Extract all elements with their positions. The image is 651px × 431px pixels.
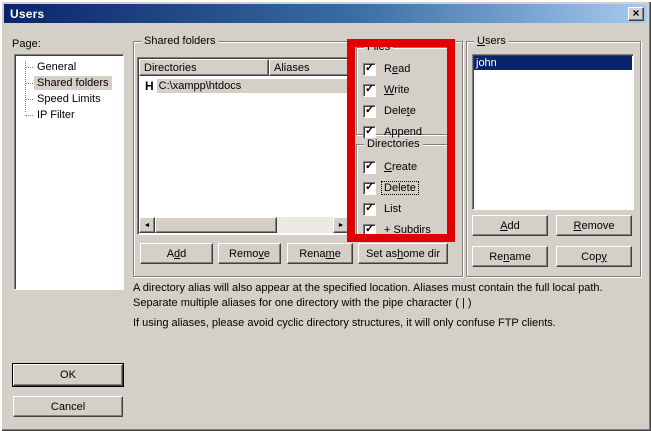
dirs-delete-checkbox-label[interactable]: Delete <box>382 182 418 194</box>
directories-listview: Directories Aliases H C:\xampp\htdocs ◄ … <box>137 57 351 235</box>
dirs-list-row[interactable]: List <box>363 202 403 216</box>
tree-rail <box>25 61 26 112</box>
write-checkbox[interactable] <box>363 84 376 97</box>
create-checkbox-label[interactable]: Create <box>382 161 419 173</box>
user-item-john[interactable]: john <box>474 56 632 70</box>
files-group-label: Files <box>364 41 393 53</box>
column-header-directories[interactable]: Directories <box>139 59 269 76</box>
dirs-delete-row[interactable]: Delete <box>363 181 418 195</box>
page-tree: General Shared folders Speed Limits IP F… <box>14 54 124 290</box>
tree-item-general[interactable]: General <box>25 59 123 75</box>
files-delete-checkbox[interactable] <box>363 105 376 118</box>
users-add-button[interactable]: Add <box>472 215 548 236</box>
scroll-thumb[interactable] <box>155 217 277 233</box>
alias-note: A directory alias will also appear at th… <box>133 281 645 311</box>
window-title: Users <box>10 7 628 21</box>
cancel-button[interactable]: Cancel <box>13 396 123 417</box>
tree-item-ip-filter[interactable]: IP Filter <box>25 107 123 123</box>
shared-rename-button[interactable]: Rename <box>287 243 353 264</box>
tree-item-label-selected: Shared folders <box>34 76 112 90</box>
dirs-subdirs-row[interactable]: + Subdirs <box>363 223 433 237</box>
read-checkbox-label[interactable]: Read <box>382 63 412 75</box>
dirs-delete-checkbox[interactable] <box>363 182 376 195</box>
listview-header: Directories Aliases <box>139 59 349 76</box>
scroll-left-icon: ◄ <box>144 222 151 229</box>
cyclic-note: If using aliases, please avoid cyclic di… <box>133 316 645 331</box>
users-remove-button[interactable]: Remove <box>556 215 632 236</box>
tree-item-label: Speed Limits <box>34 92 104 106</box>
scroll-right-button[interactable]: ► <box>333 217 349 233</box>
close-icon: × <box>632 8 639 18</box>
tree-item-shared-folders[interactable]: Shared folders <box>25 75 123 91</box>
shared-folders-group-label: Shared folders <box>141 35 219 47</box>
shared-add-button[interactable]: Add <box>140 243 213 264</box>
directories-group-label: Directories <box>364 138 423 150</box>
files-delete-checkbox-label[interactable]: Delete <box>382 105 418 117</box>
tree-connector <box>25 83 33 84</box>
list-checkbox-label[interactable]: List <box>382 203 403 215</box>
append-checkbox[interactable] <box>363 126 376 139</box>
directory-path: C:\xampp\htdocs <box>157 79 349 93</box>
read-checkbox[interactable] <box>363 63 376 76</box>
title-bar[interactable]: Users × <box>4 4 647 23</box>
home-flag: H <box>139 79 157 93</box>
create-checkbox[interactable] <box>363 161 376 174</box>
files-read-row[interactable]: Read <box>363 62 412 76</box>
subdirs-checkbox-label[interactable]: + Subdirs <box>382 224 433 236</box>
append-checkbox-label[interactable]: Append <box>382 126 424 138</box>
files-delete-row[interactable]: Delete <box>363 104 418 118</box>
list-checkbox[interactable] <box>363 203 376 216</box>
dirs-create-row[interactable]: Create <box>363 160 419 174</box>
subdirs-checkbox[interactable] <box>363 224 376 237</box>
write-checkbox-label[interactable]: Write <box>382 84 412 96</box>
tree-connector <box>25 67 33 68</box>
ok-button[interactable]: OK <box>13 364 123 386</box>
directory-row[interactable]: H C:\xampp\htdocs <box>139 78 349 93</box>
users-copy-button[interactable]: Copy <box>556 246 632 267</box>
column-header-aliases[interactable]: Aliases <box>269 59 349 76</box>
close-button[interactable]: × <box>628 7 644 21</box>
page-label: Page: <box>12 38 41 50</box>
tree-item-label: General <box>34 60 79 74</box>
users-rename-button[interactable]: Rename <box>472 246 548 267</box>
set-as-home-dir-button[interactable]: Set as home dir <box>358 243 448 264</box>
users-listbox[interactable]: john <box>472 54 634 210</box>
scroll-track[interactable] <box>277 217 333 233</box>
files-append-row[interactable]: Append <box>363 125 424 139</box>
tree-connector <box>25 99 33 100</box>
scroll-right-icon: ► <box>338 222 345 229</box>
users-group-label: Users <box>474 35 509 47</box>
tree-item-label: IP Filter <box>34 108 78 122</box>
users-dialog: Users × Page: General Shared folders Spe… <box>0 0 651 431</box>
shared-remove-button[interactable]: Remove <box>218 243 281 264</box>
tree-connector <box>25 115 33 116</box>
tree-item-speed-limits[interactable]: Speed Limits <box>25 91 123 107</box>
horizontal-scrollbar[interactable]: ◄ ► <box>139 217 349 233</box>
scroll-left-button[interactable]: ◄ <box>139 217 155 233</box>
files-write-row[interactable]: Write <box>363 83 412 97</box>
